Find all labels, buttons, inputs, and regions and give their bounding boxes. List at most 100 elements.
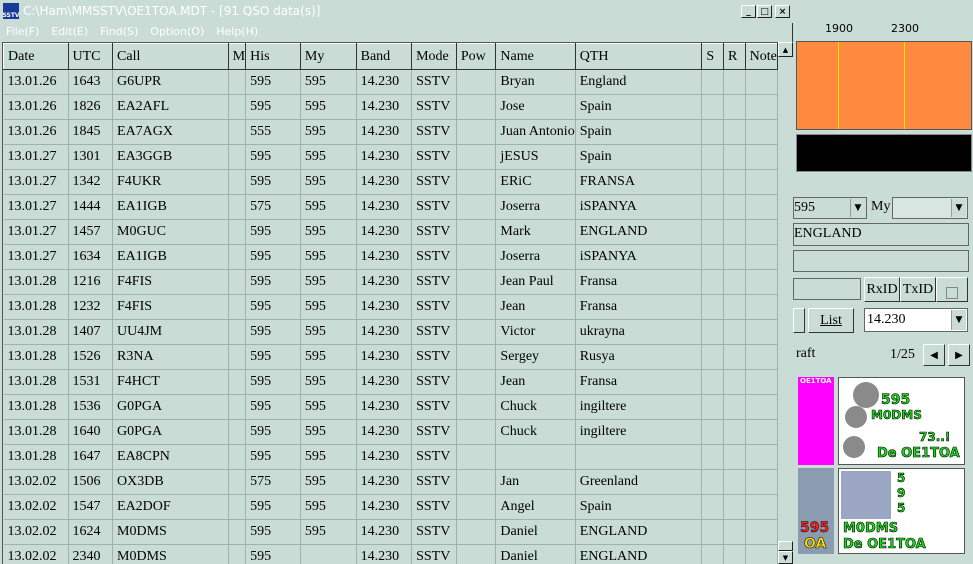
cell-band[interactable]: 14.230 [356, 469, 413, 495]
cell-note[interactable] [745, 119, 778, 145]
cell-call[interactable]: F4UKR [112, 169, 229, 195]
cell-qth[interactable]: Spain [575, 494, 703, 520]
chevron-down-icon[interactable]: ▼ [951, 310, 966, 330]
cell-band[interactable]: 14.230 [356, 144, 413, 170]
cell-s[interactable] [701, 344, 724, 370]
cell-my[interactable]: 595 [300, 494, 357, 520]
cell-my[interactable]: 595 [300, 469, 357, 495]
cell-his[interactable]: 595 [245, 319, 301, 345]
cell-my[interactable]: 595 [300, 169, 357, 195]
abc-checkbox[interactable] [936, 277, 968, 302]
cell-date[interactable]: 13.01.27 [3, 244, 69, 270]
cell-my[interactable]: 595 [300, 219, 357, 245]
cell-mode[interactable]: SSTV [411, 294, 457, 320]
cell-m[interactable] [228, 469, 247, 495]
cell-date[interactable]: 13.01.28 [3, 344, 69, 370]
cell-name[interactable]: Bryan [495, 69, 576, 95]
cell-s[interactable] [701, 194, 724, 220]
cell-mode[interactable]: SSTV [411, 344, 457, 370]
cell-m[interactable] [228, 519, 247, 545]
cell-s[interactable] [701, 219, 724, 245]
cell-name[interactable]: Jan [495, 469, 576, 495]
txid-button[interactable]: TxID [900, 277, 936, 302]
cell-qth[interactable]: Spain [575, 119, 703, 145]
cell-his[interactable]: 595 [245, 419, 301, 445]
cell-utc[interactable]: 1643 [68, 69, 114, 95]
cell-note[interactable] [745, 544, 778, 564]
cell-m[interactable] [228, 169, 247, 195]
cell-qth[interactable] [575, 444, 703, 470]
cell-note[interactable] [745, 169, 778, 195]
next-page-button[interactable]: ▶ [948, 344, 970, 366]
menu-option[interactable]: Option(O) [144, 23, 210, 41]
cell-band[interactable]: 14.230 [356, 444, 413, 470]
cell-r[interactable] [723, 69, 746, 95]
cell-m[interactable] [228, 219, 247, 245]
cell-r[interactable] [723, 394, 746, 420]
scroll-thumb[interactable] [778, 541, 793, 551]
cell-pow[interactable] [456, 69, 497, 95]
cell-name[interactable]: Chuck [495, 419, 576, 445]
cell-pow[interactable] [456, 544, 497, 564]
cell-utc[interactable]: 1640 [68, 419, 114, 445]
cell-my[interactable]: 595 [300, 119, 357, 145]
vertical-scrollbar[interactable]: ▲ ▼ [778, 42, 793, 564]
cell-my[interactable]: 595 [300, 294, 357, 320]
cell-s[interactable] [701, 144, 724, 170]
cell-m[interactable] [228, 394, 247, 420]
cell-date[interactable]: 13.01.28 [3, 394, 69, 420]
cell-name[interactable]: Daniel [495, 519, 576, 545]
rxid-button[interactable]: RxID [864, 277, 900, 302]
cell-mode[interactable]: SSTV [411, 244, 457, 270]
cell-m[interactable] [228, 544, 247, 564]
table-row[interactable]: 13.01.28 1647 EA8CPN 595 595 14.230 SSTV [3, 444, 778, 470]
cell-r[interactable] [723, 344, 746, 370]
cell-utc[interactable]: 1407 [68, 319, 114, 345]
cell-m[interactable] [228, 194, 247, 220]
template-thumbnail-3[interactable]: 595 OA [798, 468, 834, 554]
cell-s[interactable] [701, 169, 724, 195]
cell-date[interactable]: 13.02.02 [3, 469, 69, 495]
cell-qth[interactable]: ENGLAND [575, 519, 703, 545]
cell-call[interactable]: F4FIS [112, 294, 229, 320]
cell-r[interactable] [723, 319, 746, 345]
cell-date[interactable]: 13.01.28 [3, 444, 69, 470]
menu-edit[interactable]: Edit(E) [45, 23, 94, 41]
cell-name[interactable] [495, 444, 576, 470]
cell-date[interactable]: 13.01.26 [3, 119, 69, 145]
cell-qth[interactable]: Fransa [575, 294, 703, 320]
cell-date[interactable]: 13.01.27 [3, 219, 69, 245]
cell-mode[interactable]: SSTV [411, 169, 457, 195]
cell-name[interactable]: Jean [495, 294, 576, 320]
cell-pow[interactable] [456, 94, 497, 120]
menu-file[interactable]: File(F) [0, 23, 45, 41]
cell-his[interactable]: 595 [245, 519, 301, 545]
cell-qth[interactable]: England [575, 69, 703, 95]
cell-qth[interactable]: FRANSA [575, 169, 703, 195]
cell-note[interactable] [745, 69, 778, 95]
cell-s[interactable] [701, 494, 724, 520]
template-thumbnail-2[interactable]: 595 M0DMS 73..! De OE1TOA [838, 377, 965, 465]
cell-name[interactable]: Angel [495, 494, 576, 520]
cell-note[interactable] [745, 194, 778, 220]
cell-mode[interactable]: SSTV [411, 319, 457, 345]
cell-name[interactable]: Mark [495, 219, 576, 245]
cell-date[interactable]: 13.01.27 [3, 144, 69, 170]
cell-utc[interactable]: 1634 [68, 244, 114, 270]
cell-name[interactable]: Joserra [495, 194, 576, 220]
cell-his[interactable]: 595 [245, 444, 301, 470]
cell-pow[interactable] [456, 419, 497, 445]
cell-s[interactable] [701, 394, 724, 420]
cell-s[interactable] [701, 444, 724, 470]
cell-qth[interactable]: ukrayna [575, 319, 703, 345]
cell-his[interactable]: 595 [245, 494, 301, 520]
cell-call[interactable]: F4FIS [112, 269, 229, 295]
cell-call[interactable]: G0PGA [112, 419, 229, 445]
cell-qth[interactable]: Spain [575, 94, 703, 120]
table-row[interactable]: 13.01.28 1531 F4HCT 595 595 14.230 SSTV Jean Fra… [3, 369, 778, 395]
close-button[interactable]: × [775, 5, 790, 18]
title-bar[interactable]: SSTV C:\Ham\MMSSTV\OE1TOA.MDT - [91 QSO … [0, 0, 793, 23]
cell-band[interactable]: 14.230 [356, 169, 413, 195]
cell-mode[interactable]: SSTV [411, 369, 457, 395]
cell-s[interactable] [701, 419, 724, 445]
